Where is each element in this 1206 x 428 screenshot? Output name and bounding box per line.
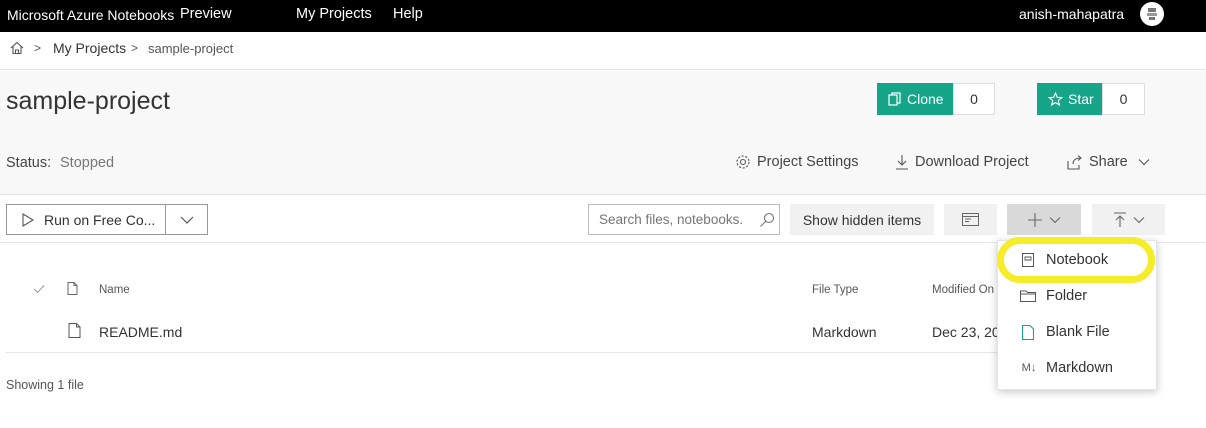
clone-label: Clone [907,91,944,107]
table-row[interactable]: README.md Markdown Dec 23, 20 [6,317,1006,353]
top-navbar: Microsoft Azure Notebooks Preview My Pro… [0,0,1206,32]
menu-item-label: Markdown [1046,360,1113,376]
project-header: sample-project Clone 0 Star 0 Status: St… [0,71,1206,195]
nav-my-projects[interactable]: My Projects [296,6,372,22]
breadcrumb-separator: > [34,41,42,55]
upload-button[interactable] [1092,204,1165,235]
breadcrumb: > My Projects > sample-project [0,32,1206,70]
run-label: Run on Free Co... [44,211,156,228]
highlight-annotation [997,237,1155,283]
terminal-icon [962,213,979,226]
breadcrumb-separator: > [131,41,139,55]
project-settings-label: Project Settings [757,154,859,170]
run-button[interactable]: Run on Free Co... [6,204,166,235]
star-icon [1048,91,1063,106]
breadcrumb-my-projects[interactable]: My Projects [53,40,126,56]
show-hidden-items-button[interactable]: Show hidden items [790,204,934,235]
file-count-footer: Showing 1 file [6,378,84,392]
chevron-down-icon [180,216,193,224]
download-project-button[interactable]: Download Project [895,154,1029,170]
chevron-down-icon [1049,216,1061,223]
share-button[interactable]: Share [1067,154,1150,170]
status-label: Status: [6,155,52,171]
file-type-icon [67,282,78,295]
star-label: Star [1068,91,1094,107]
chevron-down-icon [1138,159,1150,166]
search-icon[interactable] [759,212,775,228]
status-badge: Stopped [60,155,115,171]
file-modified: Dec 23, 20 [932,324,1000,340]
column-name[interactable]: Name [99,284,130,296]
home-icon[interactable] [10,41,24,55]
menu-item-blank-file[interactable]: Blank File [998,317,1158,347]
play-icon [22,212,35,227]
file-type: Markdown [812,324,877,340]
clone-button[interactable]: Clone [877,83,953,115]
file-icon [68,323,81,338]
download-icon [896,155,908,170]
chevron-down-icon [1133,216,1144,223]
download-project-label: Download Project [915,154,1029,170]
share-icon [1067,154,1082,170]
gear-icon [736,155,750,169]
select-all-check-icon[interactable] [33,284,45,294]
column-file-type[interactable]: File Type [812,284,858,296]
menu-item-markdown[interactable]: M↓ Markdown [998,353,1158,383]
nav-help[interactable]: Help [393,6,423,22]
plus-icon [1028,212,1042,227]
markdown-icon: M↓ [1021,362,1037,374]
clone-count: 0 [953,83,995,115]
app-brand[interactable]: Microsoft Azure Notebooks [7,7,174,23]
user-avatar-icon [1147,8,1157,20]
menu-item-label: Folder [1046,288,1088,304]
search-input[interactable] [588,204,780,235]
project-settings-button[interactable]: Project Settings [735,154,859,170]
breadcrumb-current-project: sample-project [148,41,234,56]
share-label: Share [1089,154,1128,170]
avatar[interactable] [1140,2,1164,26]
preview-label: Preview [180,6,232,22]
file-toolbar: Run on Free Co... Show hidden items [0,196,1206,243]
file-name[interactable]: README.md [99,324,182,340]
menu-item-folder[interactable]: Folder [998,281,1158,311]
upload-icon [1113,211,1126,227]
terminal-button[interactable] [944,204,997,235]
folder-icon [1020,288,1036,304]
run-options-dropdown[interactable] [165,204,208,235]
user-name[interactable]: anish-mahapatra [1019,6,1124,22]
star-count: 0 [1102,83,1145,115]
blank-file-icon [1020,324,1036,340]
star-button[interactable]: Star [1037,83,1102,115]
menu-item-label: Blank File [1046,324,1110,340]
new-item-button[interactable] [1007,204,1081,235]
column-modified-on[interactable]: Modified On [932,284,994,296]
page-title: sample-project [6,87,170,115]
copy-icon [888,91,901,106]
